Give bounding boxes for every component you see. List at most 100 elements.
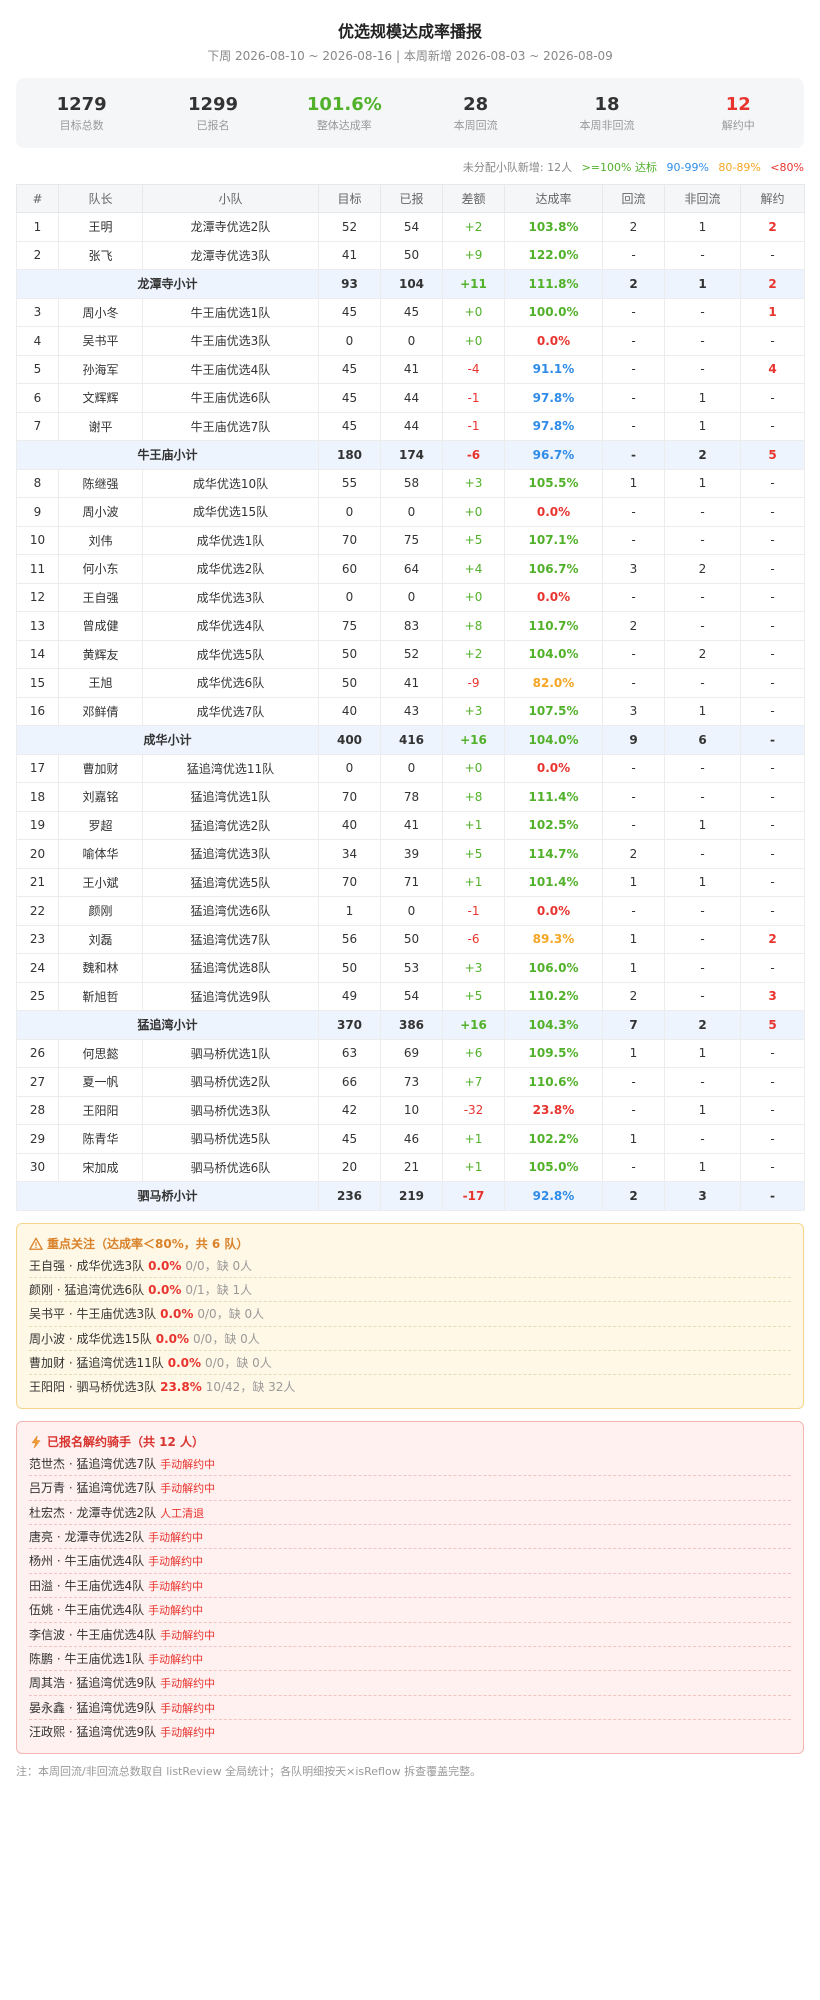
target-cell: 50 (318, 668, 381, 698)
row-index: 19 (16, 810, 59, 840)
cancel-status: 手动解约中 (148, 1604, 204, 1618)
row-index: 4 (16, 326, 59, 356)
target-cell: 0 (318, 582, 381, 612)
rate-cell: 0.0% (504, 497, 603, 527)
row-index: 13 (16, 611, 59, 641)
cancel-cell: - (740, 554, 805, 584)
reflow-cell: - (602, 668, 665, 698)
team-name: 猛追湾优选3队 (142, 839, 319, 869)
cancel-cell: - (740, 1038, 805, 1068)
cancel-status: 手动解约中 (148, 1652, 204, 1666)
footer-note: 注：本周回流/非回流总数取自 listReview 全局统计；各队明细按天×is… (16, 1764, 482, 1778)
captain-name: 王明 (58, 212, 143, 242)
reflow-cell: - (602, 753, 665, 783)
signed-cell: 78 (380, 782, 443, 812)
diff-cell: +3 (442, 696, 505, 726)
cancel-status: 手动解约中 (160, 1726, 216, 1740)
captain-name: 王阳阳 (58, 1095, 143, 1125)
legend-green: >=100% 达标 (581, 161, 657, 174)
non-reflow-cell: 1 (664, 1095, 741, 1125)
non-reflow-cell: 3 (664, 1181, 741, 1211)
legend-row: 未分配小队新增: 12人 >=100% 达标 90-99% 80-89% <80… (16, 160, 804, 176)
row-index: 9 (16, 497, 59, 527)
table-row: 25 靳旭哲 猛追湾优选9队 49 54 +5 110.2% 2-3 (16, 981, 805, 1011)
signed-cell: 0 (380, 896, 443, 926)
row-index: 6 (16, 383, 59, 413)
signed-cell: 52 (380, 639, 443, 669)
signed-cell: 416 (380, 725, 443, 755)
diff-cell: +4 (442, 554, 505, 584)
rate-cell: 102.5% (504, 810, 603, 840)
captain-name: 刘伟 (58, 525, 143, 555)
captain-name: 周小波 (58, 497, 143, 527)
row-index: 15 (16, 668, 59, 698)
non-reflow-cell: - (664, 525, 741, 555)
cancel-cell: - (740, 411, 805, 441)
signed-cell: 69 (380, 1038, 443, 1068)
non-reflow-cell: 1 (664, 867, 741, 897)
target-cell: 93 (318, 269, 381, 299)
reflow-cell: 1 (602, 953, 665, 983)
rider-team: 杜宏杰 · 龙潭寺优选2队 (29, 1505, 157, 1520)
rate-cell: 122.0% (504, 240, 603, 270)
focus-item: 曹加财 · 猛追湾优选11队 0.0% 0/0，缺 0人 (29, 1351, 791, 1376)
focus-rate: 0.0% (160, 1307, 194, 1322)
table-row: 26 何思懿 驷马桥优选1队 63 69 +6 109.5% 1 1- (16, 1038, 805, 1068)
focus-rate: 0.0% (148, 1282, 182, 1297)
diff-cell: +7 (442, 1067, 505, 1097)
table-row: 21 王小斌 猛追湾优选5队 70 71 +1 101.4% 1 1- (16, 867, 805, 897)
focus-rate: 0.0% (155, 1331, 189, 1346)
non-reflow-cell: 1 (664, 468, 741, 498)
focus-title-text: 重点关注（达成率＜80%，共 6 队） (47, 1236, 249, 1251)
summary-stat: 1299 已报名 (147, 93, 278, 133)
target-cell: 236 (318, 1181, 381, 1211)
diff-cell: +2 (442, 639, 505, 669)
rate-cell: 82.0% (504, 668, 603, 698)
captain-name: 王小斌 (58, 867, 143, 897)
cancel-cell: 2 (740, 269, 805, 299)
row-index: 14 (16, 639, 59, 669)
reflow-cell: 2 (602, 981, 665, 1011)
diff-cell: +5 (442, 525, 505, 555)
reflow-cell: - (602, 1067, 665, 1097)
diff-cell: +1 (442, 810, 505, 840)
non-reflow-cell: 2 (664, 639, 741, 669)
subtotal-label: 龙潭寺小计 (16, 269, 319, 299)
summary-value: 28 (463, 94, 489, 115)
rate-cell: 111.8% (504, 269, 603, 299)
diff-cell: +5 (442, 981, 505, 1011)
reflow-cell: - (602, 810, 665, 840)
rider-team: 吕万青 · 猛追湾优选7队 (29, 1481, 157, 1496)
target-cell: 400 (318, 725, 381, 755)
cancel-status: 手动解约中 (160, 1677, 216, 1691)
summary-stat: 12 解约中 (673, 93, 804, 133)
diff-cell: -9 (442, 668, 505, 698)
team-name: 猛追湾优选9队 (142, 981, 319, 1011)
cancel-cell: 3 (740, 981, 805, 1011)
cancel-cell: 2 (740, 212, 805, 242)
column-header: 小队 (142, 184, 319, 213)
subtotal-label: 驷马桥小计 (16, 1181, 319, 1211)
non-reflow-cell: 1 (664, 810, 741, 840)
non-reflow-cell: 6 (664, 725, 741, 755)
team-name: 成华优选3队 (142, 582, 319, 612)
cancel-item: 汪政熙 · 猛追湾优选9队 手动解约中 (29, 1720, 791, 1744)
team-name: 牛王庙优选1队 (142, 297, 319, 327)
target-cell: 40 (318, 696, 381, 726)
cancel-cell: - (740, 240, 805, 270)
captain-name: 周小冬 (58, 297, 143, 327)
diff-cell: +16 (442, 725, 505, 755)
team-name: 成华优选6队 (142, 668, 319, 698)
table-row: 1 王明 龙潭寺优选2队 52 54 +2 103.8% 2 1 2 (16, 212, 805, 242)
team-name: 猛追湾优选5队 (142, 867, 319, 897)
team-name: 驷马桥优选6队 (142, 1152, 319, 1182)
rate-cell: 110.6% (504, 1067, 603, 1097)
non-reflow-cell: - (664, 1124, 741, 1154)
summary-value: 12 (725, 94, 751, 115)
lightning-icon (31, 1435, 41, 1449)
reflow-cell: 9 (602, 725, 665, 755)
focus-detail: 0/0，缺 0人 (193, 1331, 260, 1346)
summary-value: 101.6% (306, 94, 382, 115)
captain-name: 何小东 (58, 554, 143, 584)
row-index: 23 (16, 924, 59, 954)
